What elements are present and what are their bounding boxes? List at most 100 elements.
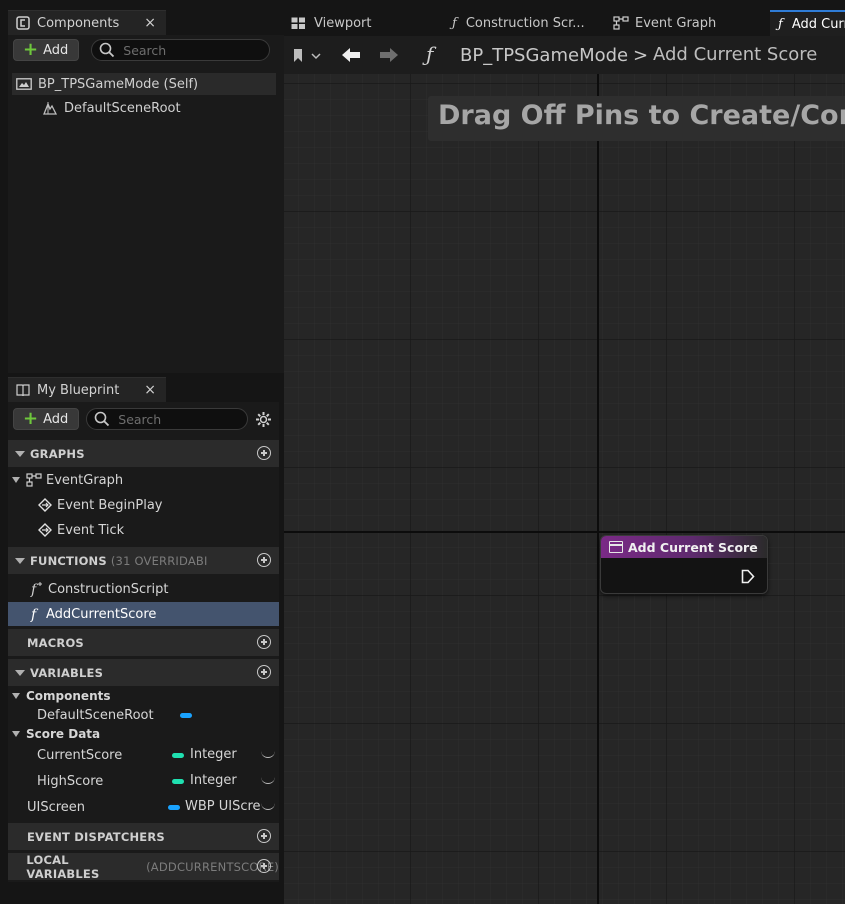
add-local-variable-icon[interactable]	[257, 859, 271, 873]
tree-item-self-label: BP_TPSGameMode (Self)	[38, 76, 199, 92]
tab-viewport[interactable]: Viewport	[288, 10, 443, 36]
search-icon	[99, 42, 115, 58]
functions-header-label: FUNCTIONS	[30, 553, 107, 568]
components-tab-label: Components	[37, 15, 120, 31]
variable-type: WBP UIScre	[185, 799, 261, 814]
graph-canvas[interactable]	[284, 74, 845, 904]
event-icon	[38, 498, 52, 512]
node-title: Add Current Score	[628, 539, 758, 555]
blueprint-self-icon	[16, 78, 32, 90]
add-member-label: Add	[43, 411, 69, 427]
tab-construction-script[interactable]: ƒ Construction Scr...	[452, 10, 602, 36]
viewport-icon	[291, 17, 306, 30]
local-variables-section-header[interactable]: LOCAL VARIABLES (ADDCURRENTSCORE)	[8, 852, 279, 881]
forward-arrow-icon[interactable]	[378, 47, 400, 63]
components-search-input[interactable]: Search	[91, 39, 271, 61]
expand-arrow-icon	[12, 477, 20, 483]
tab-construction-script-label: Construction Scr...	[465, 15, 585, 31]
event-graph-icon	[26, 473, 42, 487]
document-tab-bar: Viewport ƒ Construction Scr... Event Gra…	[284, 10, 845, 36]
eye-closed-icon[interactable]	[261, 777, 275, 784]
event-graph-icon	[613, 16, 629, 30]
back-arrow-icon[interactable]	[340, 47, 362, 63]
breadcrumb-blueprint[interactable]: BP_TPSGameMode	[460, 45, 628, 66]
collapse-arrow-icon	[15, 557, 25, 564]
variables-header-label: VARIABLES	[30, 665, 104, 680]
function-icon: ƒ	[452, 15, 457, 31]
variable-category-components-label: Components	[26, 688, 111, 703]
tab-event-graph[interactable]: Event Graph	[613, 10, 763, 36]
tab-add-current-score-label: Add Curr	[791, 16, 845, 32]
left-column: Components × + Add Search BP_TPSGameMode…	[0, 0, 284, 904]
variable-ui-screen[interactable]: UIScreen WBP UIScre	[8, 795, 279, 819]
object-type-pill-icon	[168, 805, 180, 810]
function-icon: ƒ	[426, 42, 434, 66]
function-item-construction-script[interactable]: f ConstructionScript	[8, 577, 279, 601]
event-icon	[38, 523, 52, 537]
macros-section-header[interactable]: MACROS	[8, 629, 279, 656]
my-blueprint-tab[interactable]: My Blueprint ×	[8, 377, 166, 402]
gear-icon[interactable]	[255, 411, 272, 428]
components-icon	[16, 16, 30, 30]
add-variable-icon[interactable]	[257, 665, 271, 679]
breadcrumb-separator: >	[633, 45, 649, 66]
add-macro-icon[interactable]	[257, 635, 271, 649]
event-begin-play-label: Event BeginPlay	[57, 497, 163, 513]
integer-type-pill-icon	[172, 779, 184, 784]
add-graph-icon[interactable]	[257, 446, 271, 460]
my-blueprint-toolbar: + Add Search	[13, 408, 272, 430]
variable-type: Integer	[190, 773, 237, 788]
my-blueprint-tab-label: My Blueprint	[37, 382, 120, 398]
components-tab[interactable]: Components ×	[8, 10, 166, 35]
expand-arrow-icon	[12, 692, 20, 699]
book-icon	[16, 383, 30, 397]
bookmark-dropdown-icon[interactable]	[292, 48, 322, 64]
tab-event-graph-label: Event Graph	[635, 15, 717, 31]
functions-section-header[interactable]: FUNCTIONS (31 OVERRIDABI	[8, 547, 279, 574]
close-icon[interactable]: ×	[144, 382, 156, 398]
add-event-dispatcher-icon[interactable]	[257, 829, 271, 843]
graph-hint-banner: Drag Off Pins to Create/Connect	[428, 96, 845, 141]
svg-text:f: f	[30, 607, 39, 622]
function-entry-node[interactable]: Add Current Score	[600, 535, 768, 594]
close-icon[interactable]: ×	[144, 15, 156, 31]
blueprint-editor: Components × + Add Search BP_TPSGameMode…	[0, 0, 845, 904]
macros-header-label: MACROS	[27, 635, 84, 650]
event-begin-play-item[interactable]: Event BeginPlay	[8, 493, 279, 517]
variable-current-score[interactable]: CurrentScore Integer	[8, 743, 279, 767]
event-tick-item[interactable]: Event Tick	[8, 518, 279, 542]
variable-name: UIScreen	[27, 799, 86, 815]
my-blueprint-search-placeholder: Search	[118, 411, 162, 427]
add-function-icon[interactable]	[257, 553, 271, 567]
tree-item-self[interactable]: BP_TPSGameMode (Self)	[12, 73, 276, 95]
expand-arrow-icon	[12, 730, 20, 737]
function-entry-icon	[609, 541, 623, 553]
eye-closed-icon[interactable]	[261, 803, 275, 810]
add-component-button[interactable]: + Add	[13, 39, 80, 61]
construction-function-icon: f	[28, 581, 44, 597]
scene-component-icon	[42, 101, 58, 115]
add-member-button[interactable]: + Add	[13, 408, 80, 430]
eye-closed-icon[interactable]	[261, 751, 275, 758]
variable-name: HighScore	[37, 773, 104, 789]
node-header[interactable]: Add Current Score	[601, 536, 767, 558]
event-dispatchers-section-header[interactable]: EVENT DISPATCHERS	[8, 823, 279, 850]
tree-item-default-scene-root[interactable]: DefaultSceneRoot	[12, 97, 276, 119]
my-blueprint-search-input[interactable]: Search	[86, 408, 249, 430]
event-graph-item[interactable]: EventGraph	[8, 468, 279, 492]
exec-output-pin-icon[interactable]	[741, 569, 755, 588]
variable-type: Integer	[190, 747, 237, 762]
function-add-current-score-label: AddCurrentScore	[46, 606, 157, 622]
svg-text:f: f	[30, 582, 39, 597]
graph-hint-text: Drag Off Pins to Create/Connect	[438, 100, 845, 131]
variable-name: CurrentScore	[37, 747, 123, 763]
graphs-section-header[interactable]: GRAPHS	[8, 440, 279, 467]
event-dispatchers-header-label: EVENT DISPATCHERS	[27, 829, 165, 844]
variables-section-header[interactable]: VARIABLES	[8, 659, 279, 686]
function-item-add-current-score[interactable]: f AddCurrentScore	[8, 602, 279, 626]
components-search-placeholder: Search	[123, 42, 167, 58]
local-variables-header-label: LOCAL VARIABLES	[26, 852, 100, 881]
variable-high-score[interactable]: HighScore Integer	[8, 769, 279, 793]
tab-add-current-score[interactable]: ƒ Add Curr	[770, 10, 845, 36]
variable-category-score-data[interactable]: Score Data	[8, 724, 279, 743]
